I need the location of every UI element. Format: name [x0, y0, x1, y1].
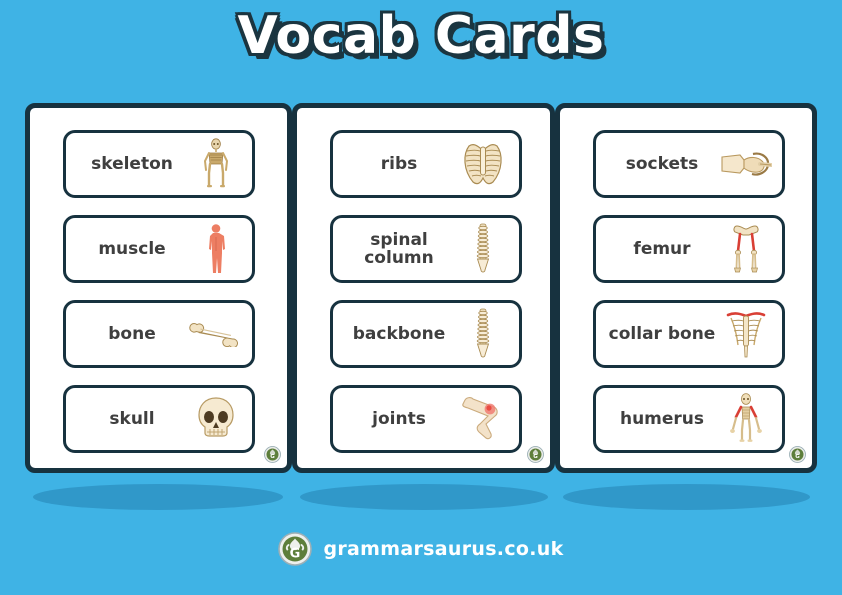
vocab-card-skeleton[interactable]: skeleton	[63, 130, 255, 198]
vocab-card-label: spinal column	[364, 229, 434, 268]
skull-icon	[188, 389, 244, 449]
panel-shadow-3	[563, 484, 810, 510]
panel-shadow-1	[33, 484, 283, 510]
vocab-card-sockets[interactable]: sockets	[593, 130, 785, 198]
svg-text:G: G	[270, 454, 275, 460]
vocab-panel-3: sockets femur collar bone humerus G	[555, 103, 817, 473]
vocab-card-label: skull	[109, 408, 155, 429]
humerus-skeleton-icon	[718, 389, 774, 449]
svg-text:G: G	[290, 547, 301, 562]
bone-icon	[188, 304, 244, 364]
spine-icon	[455, 304, 511, 364]
spine-icon	[455, 219, 511, 279]
rib-cage-icon	[455, 134, 511, 194]
knee-joint-icon	[455, 389, 511, 449]
svg-text:G: G	[795, 454, 800, 460]
ball-socket-joint-icon	[718, 134, 774, 194]
grammarsaurus-watermark-icon: G	[264, 446, 281, 463]
vocab-card-ribs[interactable]: ribs	[330, 130, 522, 198]
grammarsaurus-watermark-icon: G	[789, 446, 806, 463]
vocab-card-label: backbone	[352, 323, 446, 344]
vocab-card-bone[interactable]: bone	[63, 300, 255, 368]
muscle-body-icon	[188, 219, 244, 279]
vocab-card-label: muscle	[98, 238, 166, 259]
poster-canvas: Vocab Cards skeleton muscle bone skull G…	[0, 0, 842, 595]
svg-text:G: G	[533, 454, 538, 460]
skeleton-icon	[188, 134, 244, 194]
vocab-card-label: sockets	[625, 153, 699, 174]
vocab-panel-1: skeleton muscle bone skull G	[25, 103, 292, 473]
vocab-card-label: femur	[633, 238, 691, 259]
grammarsaurus-logo-icon: G	[278, 532, 313, 566]
vocab-card-collar-bone[interactable]: collar bone	[593, 300, 785, 368]
vocab-card-label: humerus	[619, 408, 705, 429]
vocab-card-spinal-column[interactable]: spinal column	[330, 215, 522, 283]
grammarsaurus-watermark-icon: G	[527, 446, 544, 463]
footer-branding: G grammarsaurus.co.uk	[0, 532, 842, 566]
panel-shadow-2	[300, 484, 548, 510]
vocab-card-label: bone	[108, 323, 156, 344]
page-title: Vocab Cards	[237, 6, 605, 66]
vocab-card-label: collar bone	[608, 323, 716, 344]
vocab-card-joints[interactable]: joints	[330, 385, 522, 453]
vocab-card-skull[interactable]: skull	[63, 385, 255, 453]
vocab-card-label: joints	[372, 408, 426, 429]
vocab-card-label: skeleton	[91, 153, 173, 174]
collar-bone-icon	[718, 304, 774, 364]
vocab-card-femur[interactable]: femur	[593, 215, 785, 283]
femur-legs-icon	[718, 219, 774, 279]
vocab-card-label: ribs	[380, 153, 418, 174]
vocab-card-muscle[interactable]: muscle	[63, 215, 255, 283]
vocab-card-backbone[interactable]: backbone	[330, 300, 522, 368]
vocab-card-humerus[interactable]: humerus	[593, 385, 785, 453]
footer-website-text: grammarsaurus.co.uk	[323, 538, 564, 560]
vocab-panel-2: ribs spinal column backbone joints G	[292, 103, 555, 473]
